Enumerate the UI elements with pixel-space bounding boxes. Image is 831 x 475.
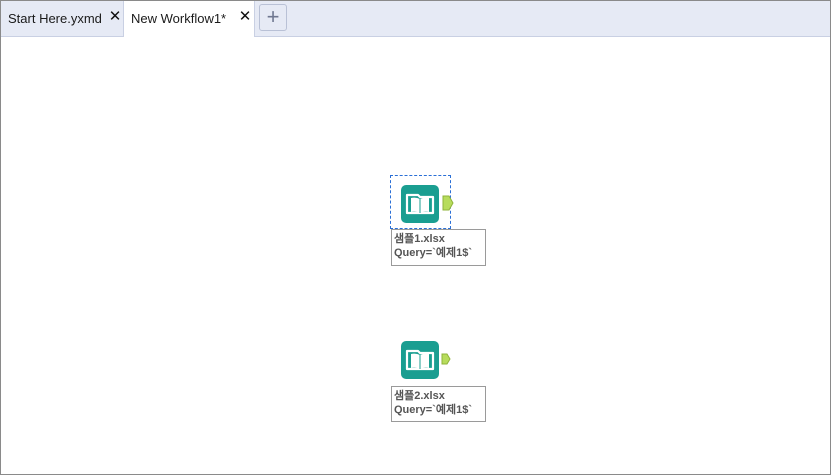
workflow-window: Start Here.yxmd ✕ New Workflow1* ✕ + 샘플1…	[0, 0, 831, 475]
tool-annotation: 샘플2.xlsx Query=`예제1$`	[391, 386, 486, 422]
tab-start-here[interactable]: Start Here.yxmd ✕	[1, 1, 124, 36]
tab-bar: Start Here.yxmd ✕ New Workflow1* ✕ +	[1, 1, 830, 37]
tab-new-workflow1[interactable]: New Workflow1* ✕	[124, 1, 255, 37]
close-icon[interactable]: ✕	[238, 9, 252, 24]
close-icon[interactable]: ✕	[108, 9, 122, 24]
tool-annotation: 샘플1.xlsx Query=`예제1$`	[391, 229, 486, 266]
output-anchor-icon[interactable]	[442, 195, 454, 211]
new-tab-button[interactable]: +	[259, 4, 287, 31]
query-text: Query=`예제1$`	[394, 247, 473, 259]
output-anchor-icon[interactable]	[441, 353, 451, 365]
file-name-text: 샘플1.xlsx	[394, 233, 445, 245]
input-data-tool-1[interactable]: 샘플1.xlsx Query=`예제1$`	[390, 175, 490, 270]
file-name-text: 샘플2.xlsx	[394, 390, 445, 402]
tab-label: New Workflow1*	[131, 11, 227, 26]
workflow-canvas[interactable]: 샘플1.xlsx Query=`예제1$` 샘플2.xlsx Query=`예제…	[1, 37, 830, 474]
input-data-book-icon[interactable]	[401, 341, 439, 379]
tab-label: Start Here.yxmd	[8, 11, 102, 26]
query-text: Query=`예제1$`	[394, 404, 473, 416]
input-data-book-icon[interactable]	[401, 185, 439, 223]
input-data-tool-2[interactable]: 샘플2.xlsx Query=`예제1$`	[390, 331, 490, 426]
